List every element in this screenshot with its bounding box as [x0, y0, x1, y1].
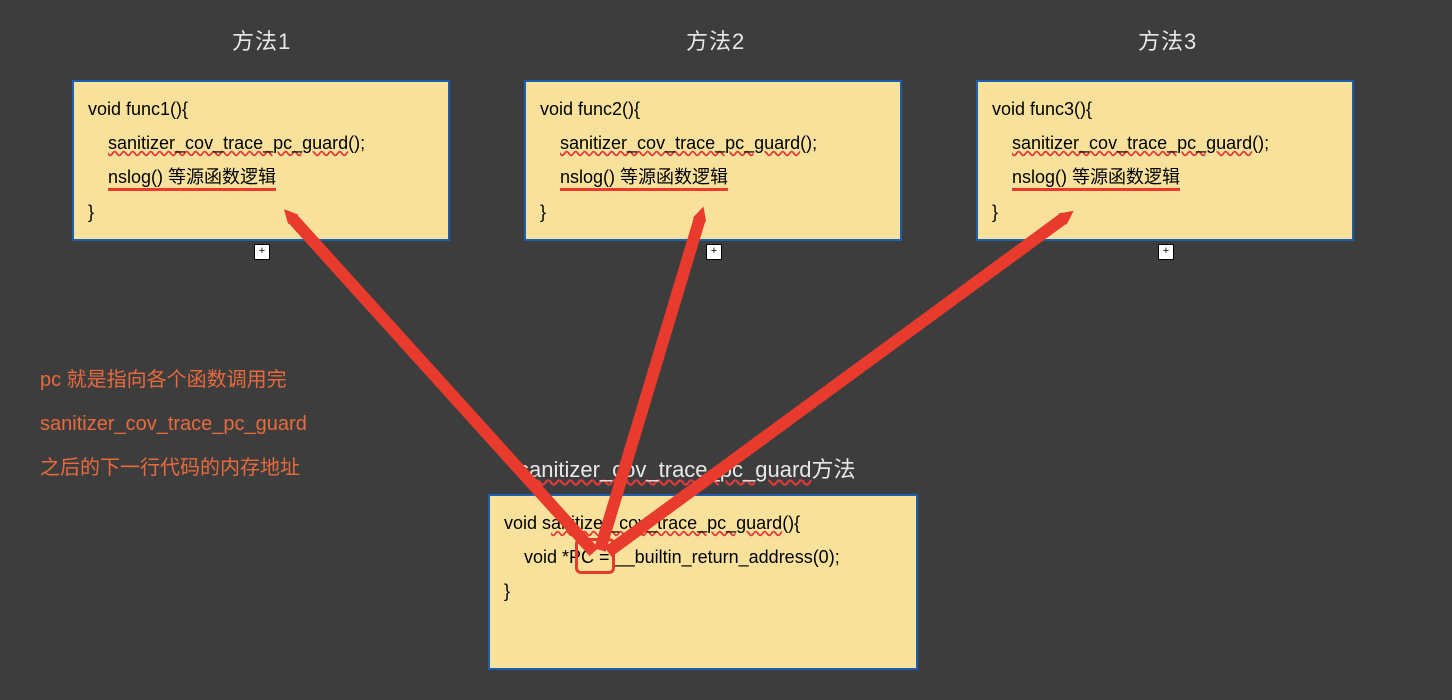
code-box-func1: void func1(){ sanitizer_cov_trace_pc_gua… [72, 80, 450, 241]
code-line: } [540, 195, 886, 229]
annotation-text: pc 就是指向各个函数调用完 sanitizer_cov_trace_pc_gu… [40, 358, 307, 490]
code-line: nslog() 等源函数逻辑 [992, 160, 1338, 194]
code-box-func3: void func3(){ sanitizer_cov_trace_pc_gua… [976, 80, 1354, 241]
plus-handle-icon[interactable]: + [706, 244, 722, 260]
diagram-stage: 方法1 方法2 方法3 void func1(){ sanitizer_cov_… [0, 0, 1452, 700]
code-line: } [504, 574, 902, 608]
code-line: nslog() 等源函数逻辑 [540, 160, 886, 194]
code-line: void *PC = __builtin_return_address(0); [504, 540, 902, 574]
annotation-line: 之后的下一行代码的内存地址 [40, 446, 307, 490]
code-line: void func1(){ [88, 92, 434, 126]
code-line: } [992, 195, 1338, 229]
code-box-sanitizer: void sanitizer_cov_trace_pc_guard(){ voi… [488, 494, 918, 670]
code-box-func2: void func2(){ sanitizer_cov_trace_pc_gua… [524, 80, 902, 241]
code-line: } [88, 195, 434, 229]
title-method-2: 方法2 [686, 24, 745, 56]
plus-handle-icon[interactable]: + [1158, 244, 1174, 260]
code-line: sanitizer_cov_trace_pc_guard(); [992, 126, 1338, 160]
title-method-3: 方法3 [1138, 24, 1197, 56]
annotation-line: sanitizer_cov_trace_pc_guard [40, 402, 307, 446]
annotation-line: pc 就是指向各个函数调用完 [40, 358, 307, 402]
code-line: void func2(){ [540, 92, 886, 126]
title-bottom-method: sanitizer_cov_trace_pc_guard方法 [518, 452, 856, 484]
pc-highlight-box [575, 538, 615, 574]
title-method-1: 方法1 [232, 24, 291, 56]
code-line: void sanitizer_cov_trace_pc_guard(){ [504, 506, 902, 540]
code-line: sanitizer_cov_trace_pc_guard(); [540, 126, 886, 160]
code-line: sanitizer_cov_trace_pc_guard(); [88, 126, 434, 160]
code-line: void func3(){ [992, 92, 1338, 126]
code-line: nslog() 等源函数逻辑 [88, 160, 434, 194]
plus-handle-icon[interactable]: + [254, 244, 270, 260]
